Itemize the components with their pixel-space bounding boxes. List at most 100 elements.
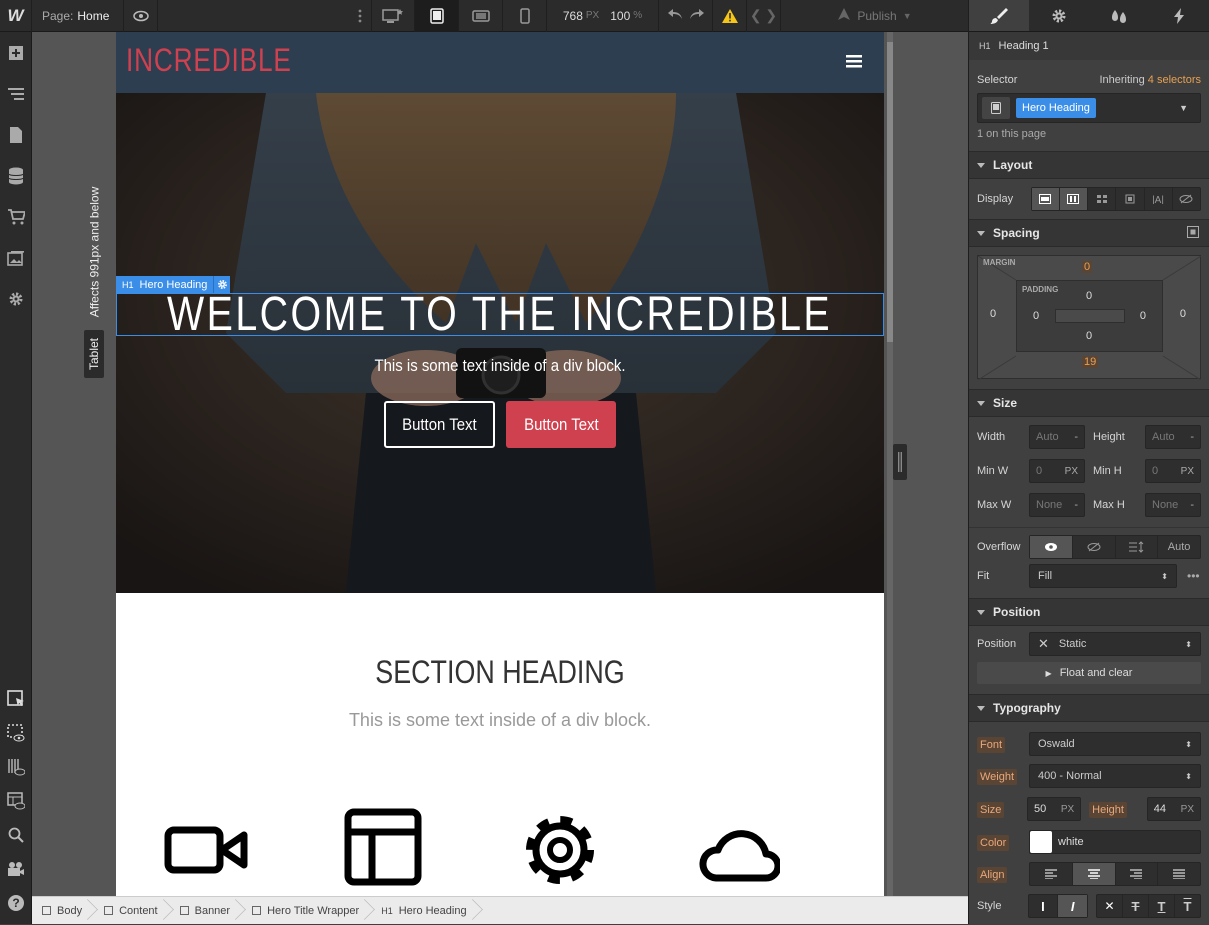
- spacing-section-header[interactable]: Spacing: [969, 219, 1209, 247]
- settings-gear-icon[interactable]: [0, 278, 32, 319]
- style-manager-drops-tab[interactable]: [1089, 0, 1149, 31]
- hero-outline-button[interactable]: Button Text: [384, 401, 495, 448]
- display-none-icon[interactable]: [1173, 188, 1200, 210]
- cloud-icon: [694, 808, 782, 891]
- min-width-input[interactable]: 0 PX: [1029, 459, 1085, 483]
- publish-button[interactable]: Publish ▼: [781, 0, 968, 32]
- padding-right-value[interactable]: 0: [1140, 310, 1146, 322]
- typography-section-header[interactable]: Typography: [969, 694, 1209, 722]
- display-flex-icon[interactable]: [1059, 188, 1089, 210]
- width-input[interactable]: Auto -: [1029, 425, 1085, 449]
- overflow-auto-button[interactable]: Auto: [1158, 536, 1200, 558]
- select-element-icon[interactable]: [0, 682, 32, 716]
- tablet-breakpoint-icon[interactable]: [415, 0, 459, 32]
- margin-right-value[interactable]: 0: [1180, 308, 1186, 320]
- cms-database-icon[interactable]: [0, 155, 32, 196]
- overflow-visible-eye-icon[interactable]: [1030, 536, 1073, 558]
- size-section-header[interactable]: Size: [969, 389, 1209, 417]
- fit-select[interactable]: Fill ⬍: [1029, 564, 1177, 588]
- font-select[interactable]: Oswald ⬍: [1029, 732, 1201, 756]
- webflow-logo[interactable]: W: [0, 0, 32, 32]
- height-input[interactable]: Auto -: [1145, 425, 1201, 449]
- fit-more-icon[interactable]: •••: [1187, 569, 1200, 583]
- preview-eye-icon[interactable]: [124, 0, 158, 32]
- redo-icon[interactable]: [689, 8, 705, 23]
- hero-filled-button-label: Button Text: [523, 414, 599, 434]
- ecommerce-cart-icon[interactable]: [0, 196, 32, 237]
- padding-top-value[interactable]: 0: [1086, 290, 1092, 302]
- landscape-breakpoint-icon[interactable]: [459, 0, 503, 32]
- breadcrumb-hero-title-wrapper[interactable]: Hero Title Wrapper: [242, 897, 371, 925]
- undo-icon[interactable]: [667, 8, 683, 23]
- overline-icon[interactable]: T: [1175, 895, 1200, 917]
- align-left-icon[interactable]: [1030, 863, 1073, 885]
- float-clear-toggle[interactable]: ▶ Float and clear: [977, 662, 1201, 684]
- margin-top-value[interactable]: 0: [1082, 261, 1093, 273]
- italic-on-icon[interactable]: I: [1058, 895, 1087, 917]
- underline-icon[interactable]: T: [1149, 895, 1176, 917]
- position-select[interactable]: ✕ Static ⬍: [1029, 632, 1201, 656]
- show-outlines-icon[interactable]: [0, 716, 32, 750]
- position-section-header[interactable]: Position: [969, 598, 1209, 626]
- overflow-scroll-icon[interactable]: [1116, 536, 1159, 558]
- display-block-icon[interactable]: [1031, 188, 1060, 210]
- margin-left-value[interactable]: 0: [990, 308, 996, 320]
- decoration-none-icon[interactable]: ✕: [1097, 895, 1123, 917]
- menu-hamburger-icon[interactable]: [846, 54, 862, 71]
- align-right-icon[interactable]: [1116, 863, 1159, 885]
- color-picker-field[interactable]: white: [1029, 830, 1201, 854]
- breadcrumb-body[interactable]: Body: [32, 897, 94, 925]
- interactions-bolt-tab[interactable]: [1149, 0, 1209, 31]
- italic-off-icon[interactable]: I: [1029, 895, 1059, 917]
- max-height-input[interactable]: None -: [1145, 493, 1201, 517]
- max-width-input[interactable]: None -: [1029, 493, 1085, 517]
- desktop-breakpoint-icon[interactable]: [371, 0, 415, 32]
- padding-left-value[interactable]: 0: [1033, 310, 1039, 322]
- video-tutorials-icon[interactable]: [0, 852, 32, 886]
- margin-bottom-value[interactable]: 19: [1082, 356, 1099, 368]
- warning-icon[interactable]: [713, 0, 747, 32]
- inheriting-count[interactable]: 4 selectors: [1148, 74, 1201, 86]
- overflow-hidden-icon[interactable]: [1073, 536, 1116, 558]
- display-grid-icon[interactable]: [1088, 188, 1117, 210]
- pages-icon[interactable]: [0, 114, 32, 155]
- align-center-icon[interactable]: [1072, 863, 1116, 885]
- selector-field[interactable]: Hero Heading ▼: [977, 93, 1201, 123]
- breadcrumb-banner[interactable]: Banner: [170, 897, 242, 925]
- brand-logo[interactable]: INCREDIBLE: [126, 42, 292, 79]
- selector-state-icon[interactable]: [982, 97, 1010, 119]
- assets-images-icon[interactable]: [0, 237, 32, 278]
- navigator-icon[interactable]: [0, 73, 32, 114]
- color-swatch[interactable]: [1030, 831, 1052, 853]
- display-inline-icon[interactable]: |A|: [1145, 188, 1173, 210]
- xray-icon[interactable]: [0, 784, 32, 818]
- style-brush-tab[interactable]: [969, 0, 1029, 31]
- mobile-breakpoint-icon[interactable]: [503, 0, 547, 32]
- code-brackets-icon[interactable]: ❮ ❯: [747, 0, 781, 32]
- spacing-expand-icon[interactable]: [1187, 225, 1199, 241]
- add-element-icon[interactable]: [0, 32, 32, 73]
- padding-bottom-value[interactable]: 0: [1086, 330, 1092, 342]
- hero-heading-box[interactable]: WELCOME TO THE INCREDIBLE: [116, 288, 884, 341]
- font-size-input[interactable]: 50 PX: [1026, 797, 1082, 821]
- weight-select[interactable]: 400 - Normal ⬍: [1029, 764, 1201, 788]
- display-inline-block-icon[interactable]: [1116, 188, 1145, 210]
- selector-dropdown-chevron-icon[interactable]: ▼: [1179, 103, 1188, 113]
- show-grid-icon[interactable]: [0, 750, 32, 784]
- selector-chip[interactable]: Hero Heading: [1016, 98, 1096, 118]
- search-icon[interactable]: [0, 818, 32, 852]
- breadcrumb-content[interactable]: Content: [94, 897, 170, 925]
- more-dots-icon[interactable]: [348, 0, 371, 32]
- breadcrumb-hero-heading[interactable]: H1 Hero Heading: [371, 897, 478, 925]
- page-selector[interactable]: Page: Home: [32, 0, 124, 32]
- settings-gear-tab[interactable]: [1029, 0, 1089, 31]
- help-icon[interactable]: ?: [0, 886, 32, 920]
- zoom-unit: %: [633, 10, 643, 21]
- line-height-input[interactable]: 44 PX: [1146, 797, 1201, 821]
- align-justify-icon[interactable]: [1158, 863, 1200, 885]
- min-height-input[interactable]: 0 PX: [1145, 459, 1201, 483]
- layout-section-header[interactable]: Layout: [969, 151, 1209, 179]
- hero-filled-button[interactable]: Button Text: [506, 401, 616, 448]
- strikethrough-icon[interactable]: T: [1123, 895, 1149, 917]
- canvas-resize-handle[interactable]: [893, 444, 907, 480]
